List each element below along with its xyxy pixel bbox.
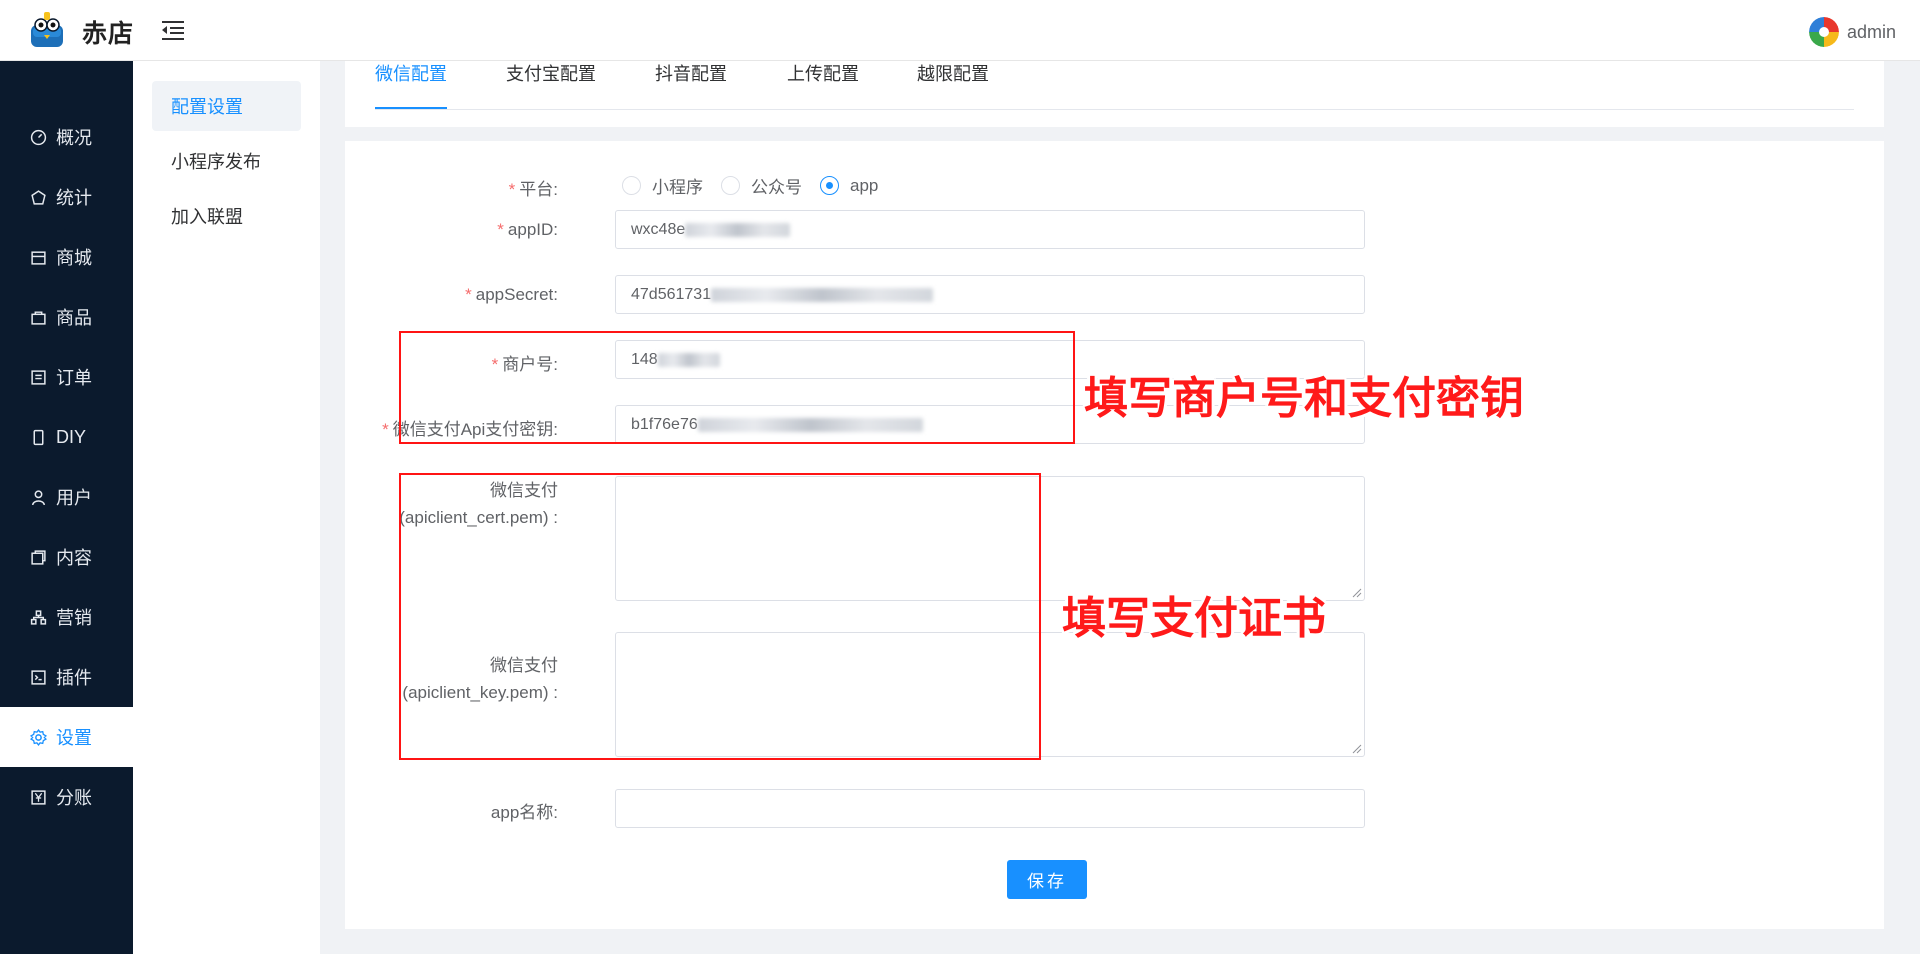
sidebar-item-label: 订单 [56,368,92,388]
sidebar-item-label: 内容 [56,548,92,568]
sidebar-item-goods[interactable]: 商品 [0,287,133,347]
sidebar-item-users[interactable]: 用户 [0,467,133,527]
phone-icon [33,429,44,445]
sidebar-item-label: 统计 [56,188,92,208]
dashboard-icon [30,129,47,145]
radio-circle-checked [820,176,839,195]
annotation-text-cert: 填写支付证书 [1062,594,1326,643]
config-tabs: 微信配置 支付宝配置 抖音配置 上传配置 越限配置 [345,61,1884,127]
sidebar-item-label: 设置 [56,728,92,748]
appname-input[interactable] [615,789,1365,828]
sidebar-item-settings[interactable]: 设置 [0,707,133,767]
sidebar-item-split[interactable]: 分账 [0,767,133,827]
top-header: 赤店 admin [0,0,1920,61]
store-icon [31,250,46,265]
radio-label: app [850,175,879,195]
appid-input[interactable]: wxc48e [615,210,1365,249]
annotation-box-cert [399,473,1041,760]
radio-label: 小程序 [652,178,703,197]
submenu-item-join-alliance[interactable]: 加入联盟 [152,191,301,241]
radio-app[interactable]: app [820,176,878,196]
user-name: admin [1846,21,1896,42]
annotation-box-merchant [399,331,1075,444]
submenu-item-miniprogram-publish[interactable]: 小程序发布 [152,136,301,186]
redacted-text [711,287,934,302]
stats-icon [31,189,46,205]
tab-limit[interactable]: 越限配置 [917,61,989,109]
user-icon [31,489,46,505]
resize-handle-icon[interactable] [1352,588,1362,598]
appsecret-input[interactable]: 47d561731 [615,275,1365,314]
main-sidebar: 概况 统计 商城 商品 订单 DIY 用户 内容 营销 插件 设置 分账 [0,61,133,954]
bag-icon [31,310,46,325]
annotation-text-merchant: 填写商户号和支付密钥 [1084,374,1524,423]
sidebar-item-label: 营销 [56,608,92,628]
order-icon [31,369,46,385]
appname-label: app名称: [490,803,558,822]
sidebar-item-overview[interactable]: 概况 [0,107,133,167]
split-icon [31,789,46,805]
save-button[interactable]: 保存 [1007,860,1087,899]
sidebar-item-label: DIY [56,426,87,447]
user-menu[interactable]: admin [1808,17,1896,47]
appid-label: * appID: [497,220,558,239]
gear-icon [30,728,47,746]
sidebar-item-label: 商品 [56,308,92,328]
sidebar-item-label: 用户 [56,488,92,508]
plugin-icon [31,669,46,685]
avatar [1808,17,1839,47]
sidebar-item-content[interactable]: 内容 [0,527,133,587]
sidebar-item-plugins[interactable]: 插件 [0,647,133,707]
sidebar-item-label: 分账 [56,788,92,808]
platform-radio-group: 小程序 公众号 app [622,173,896,198]
brand-name: 赤店 [82,20,135,48]
sidebar-item-marketing[interactable]: 营销 [0,587,133,647]
radio-official-account[interactable]: 公众号 [721,173,802,198]
radio-circle [721,176,740,195]
radio-label: 公众号 [751,178,802,197]
sidebar-item-stats[interactable]: 统计 [0,167,133,227]
logo-icon [31,12,63,47]
content-icon [31,549,46,565]
tab-upload[interactable]: 上传配置 [787,61,859,109]
sidebar-item-label: 商城 [56,248,92,268]
sidebar-item-orders[interactable]: 订单 [0,347,133,407]
submenu-item-config[interactable]: 配置设置 [152,81,301,131]
sidebar-item-label: 概况 [56,128,92,148]
menu-collapse-icon[interactable] [160,18,186,42]
marketing-icon [30,609,47,625]
appsecret-label: * appSecret: [465,285,558,304]
tab-douyin[interactable]: 抖音配置 [655,61,727,109]
resize-handle-icon[interactable] [1352,744,1362,754]
tabs-divider [375,109,1854,110]
radio-circle [622,176,641,195]
sidebar-item-store[interactable]: 商城 [0,227,133,287]
redacted-text [685,222,791,237]
sidebar-item-label: 插件 [56,668,92,688]
platform-label: * 平台: [508,180,558,199]
tab-alipay[interactable]: 支付宝配置 [506,61,596,109]
sidebar-item-diy[interactable]: DIY [0,407,133,467]
radio-miniprogram[interactable]: 小程序 [622,173,703,198]
tab-wechat[interactable]: 微信配置 [375,61,447,109]
settings-submenu: 配置设置 小程序发布 加入联盟 [133,61,320,954]
